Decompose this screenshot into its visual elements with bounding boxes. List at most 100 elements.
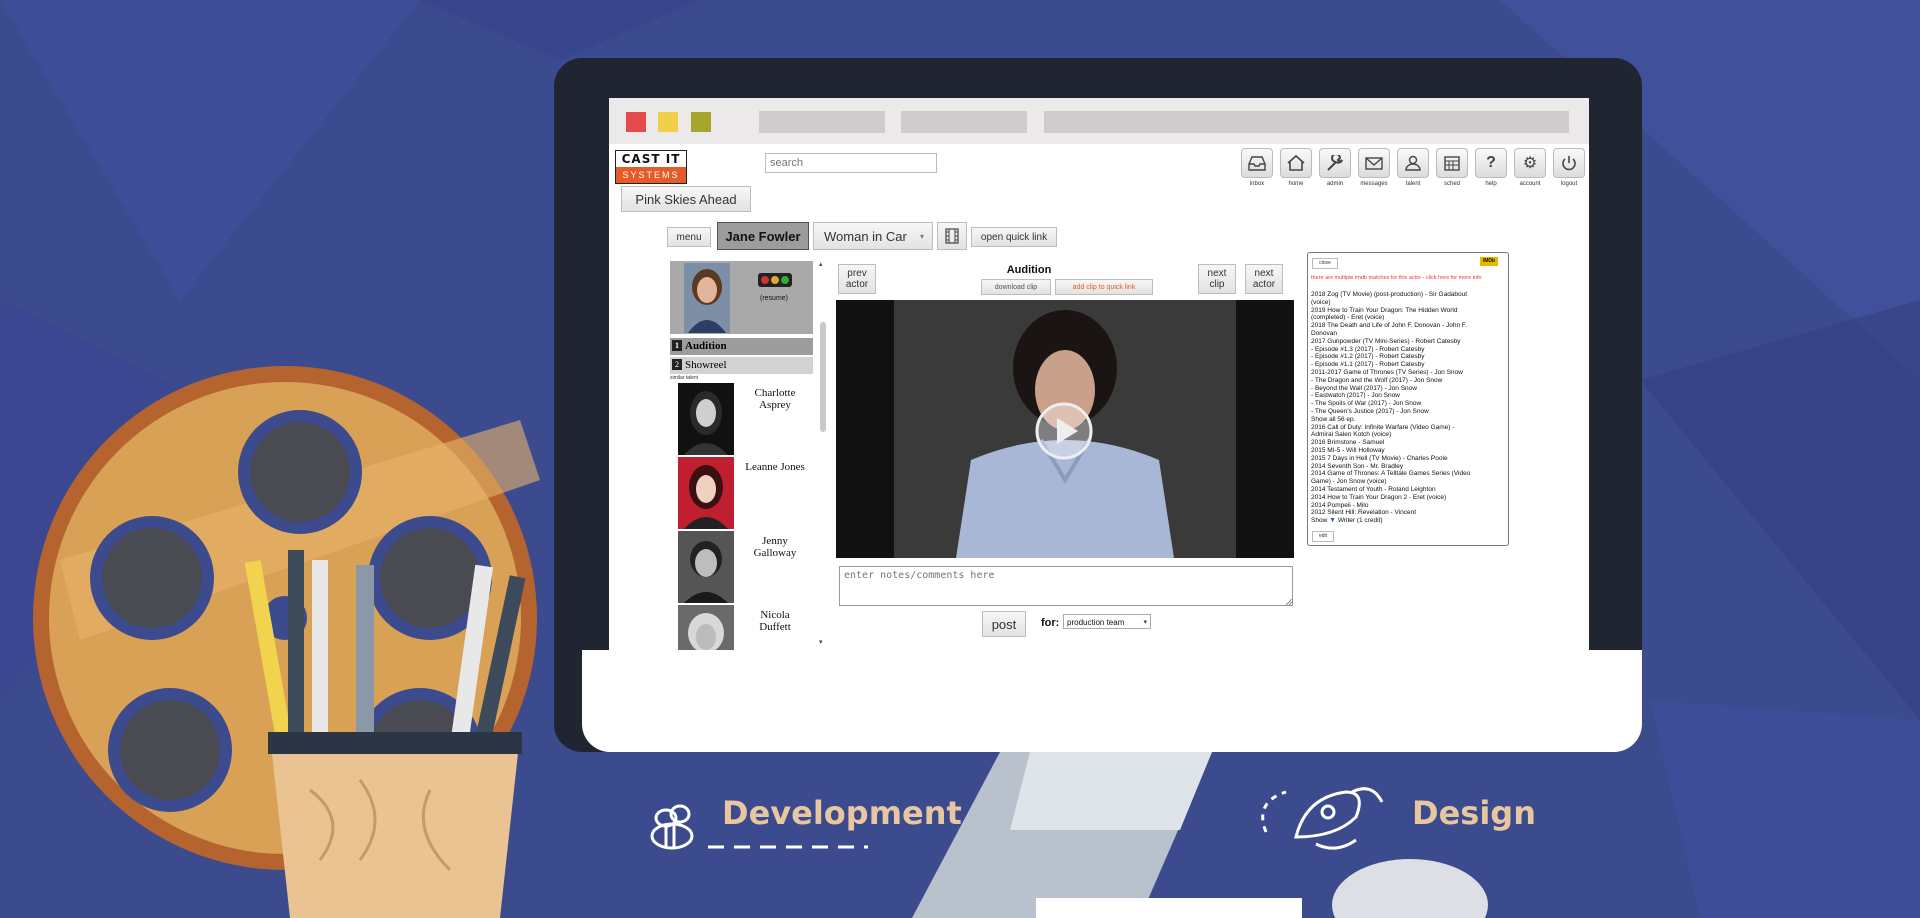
imdb-credit-line[interactable]: - The Dragon and the Wolf (2017) - Jon S…: [1311, 377, 1507, 385]
imdb-credit-line[interactable]: - Episode #1.1 (2017) - Robert Catesby: [1311, 361, 1507, 369]
tab-placeholder[interactable]: [901, 111, 1027, 133]
talent-sidebar: (resume) 1 Audition 2 Showreel similar tal…: [670, 261, 814, 650]
talent-name: Leanne Jones: [745, 461, 805, 473]
account-button[interactable]: ⚙ account: [1514, 148, 1546, 190]
logout-button[interactable]: logout: [1553, 148, 1585, 190]
imdb-credit-line[interactable]: 2019 How to Train Your Dragon: The Hidde…: [1311, 307, 1507, 315]
toolbar-label: messages: [1360, 181, 1388, 187]
toolbar-label: sched: [1443, 181, 1460, 187]
talent-list-item[interactable]: Leanne Jones: [678, 457, 814, 529]
scrollbar-thumb[interactable]: [820, 322, 826, 432]
cast-it-logo[interactable]: CAST IT SYSTEMS: [615, 150, 687, 184]
resume-link[interactable]: (resume): [760, 295, 788, 302]
imdb-credit-line[interactable]: 2014 Pompeii - Milo: [1311, 502, 1507, 510]
app-screen: CAST IT SYSTEMS inbox home admin message…: [609, 98, 1589, 650]
messages-button[interactable]: messages: [1358, 148, 1390, 190]
imdb-credit-line[interactable]: 2016 Brimstone - Samuel: [1311, 439, 1507, 447]
add-clip-to-quick-link-button[interactable]: add clip to quick link: [1055, 279, 1153, 295]
imdb-credit-line[interactable]: - Beyond the Wall (2017) - Jon Snow: [1311, 385, 1507, 393]
imdb-credit-line[interactable]: - Episode #1.2 (2017) - Robert Catesby: [1311, 353, 1507, 361]
sched-button[interactable]: sched: [1436, 148, 1468, 190]
imdb-credit-line[interactable]: 2014 Game of Thrones: A Telltale Games S…: [1311, 470, 1507, 478]
talent-headshot: [678, 383, 734, 455]
talent-button[interactable]: talent: [1397, 148, 1429, 190]
actor-headshot: [684, 263, 730, 333]
talent-name: Nicola Duffett: [759, 609, 791, 633]
search-input[interactable]: [765, 153, 937, 173]
address-bar[interactable]: [1044, 111, 1569, 133]
imdb-credit-list: 2018 Zog (TV Movie) (post-production) - …: [1311, 291, 1507, 517]
role-select[interactable]: Woman in Car ▾: [813, 222, 933, 250]
prev-actor-button[interactable]: prev actor: [838, 264, 876, 294]
help-icon: ?: [1486, 154, 1496, 171]
envelope-icon: [1365, 157, 1383, 170]
scroll-up-icon[interactable]: ▴: [819, 260, 823, 268]
minimize-window-button[interactable]: [658, 112, 678, 132]
imdb-credit-line[interactable]: - Episode #1.3 (2017) - Robert Catesby: [1311, 346, 1507, 354]
close-panel-button[interactable]: close: [1312, 258, 1338, 269]
talent-headshot: [678, 457, 734, 529]
imdb-credit-line[interactable]: Show all 56 ep.: [1311, 416, 1507, 424]
imdb-credit-line[interactable]: 2016 Call of Duty: Infinite Warfare (Vid…: [1311, 424, 1507, 432]
open-quick-link-button[interactable]: open quick link: [971, 227, 1057, 247]
menu-button[interactable]: menu: [667, 227, 711, 247]
maximize-window-button[interactable]: [691, 112, 711, 132]
traffic-light-indicator[interactable]: [758, 273, 792, 287]
imdb-credit-line[interactable]: (completed) - Eret (voice): [1311, 314, 1507, 322]
imdb-credit-line[interactable]: Admiral Salen Kotch (voice): [1311, 431, 1507, 439]
imdb-credit-line[interactable]: 2018 Zog (TV Movie) (post-production) - …: [1311, 291, 1507, 299]
butterfly-icon: [1261, 787, 1384, 850]
download-clip-button[interactable]: download clip: [981, 279, 1051, 295]
imdb-badge[interactable]: IMDb: [1480, 257, 1498, 266]
clip-item-showreel[interactable]: 2 Showreel: [670, 357, 813, 374]
imdb-credit-line[interactable]: - The Queen's Justice (2017) - Jon Snow: [1311, 408, 1507, 416]
imdb-credit-line[interactable]: 2014 Seventh Son - Mr. Bradley: [1311, 463, 1507, 471]
play-icon[interactable]: [1033, 400, 1095, 462]
scroll-down-icon[interactable]: ▾: [819, 638, 823, 646]
imdb-show-row[interactable]: Show ▼ Writer (1 credit): [1311, 517, 1383, 524]
talent-list-item[interactable]: Charlotte Asprey: [678, 383, 814, 455]
edit-button[interactable]: edit: [1312, 531, 1334, 542]
imdb-credit-line[interactable]: - The Spoils of War (2017) - Jon Snow: [1311, 400, 1507, 408]
imdb-credit-line[interactable]: 2012 Silent Hill: Revelation - Vincent: [1311, 509, 1507, 517]
admin-button[interactable]: admin: [1319, 148, 1351, 190]
video-title: Audition: [1006, 264, 1052, 276]
next-actor-button[interactable]: next actor: [1245, 264, 1283, 294]
inbox-button[interactable]: inbox: [1241, 148, 1273, 190]
talent-headshot: [678, 531, 734, 603]
imdb-credit-line[interactable]: Donovan: [1311, 330, 1507, 338]
close-window-button[interactable]: [626, 112, 646, 132]
next-clip-button[interactable]: next clip: [1198, 264, 1236, 294]
current-actor-card[interactable]: (resume): [670, 261, 813, 334]
imdb-credit-line[interactable]: 2014 Testament of Youth - Roland Leighto…: [1311, 486, 1507, 494]
project-button[interactable]: Pink Skies Ahead: [621, 186, 751, 212]
imdb-credit-line[interactable]: Game) - Jon Snow (voice): [1311, 478, 1507, 486]
clip-item-audition[interactable]: 1 Audition: [670, 338, 813, 355]
imdb-credit-line[interactable]: 2011-2017 Game of Thrones (TV Series) - …: [1311, 369, 1507, 377]
monitor-chin: [582, 650, 1642, 752]
design-caption: Design: [1412, 794, 1536, 832]
post-button[interactable]: post: [982, 611, 1026, 637]
talent-name: Jenny Galloway: [753, 535, 797, 559]
similar-talent-label: similar talent: [670, 375, 699, 381]
resize-grip-icon[interactable]: [1285, 598, 1292, 605]
imdb-warning-link[interactable]: there are multiple imdb matches for this…: [1311, 275, 1501, 282]
talent-list-item[interactable]: Nicola Duffett: [678, 605, 814, 650]
imdb-credit-line[interactable]: 2014 How to Train Your Dragon 2 - Eret (…: [1311, 494, 1507, 502]
imdb-credit-line[interactable]: (voice): [1311, 299, 1507, 307]
role-select-value: Woman in Car: [824, 228, 907, 244]
imdb-credit-line[interactable]: 2017 Gunpowder (TV Mini-Series) - Robert…: [1311, 338, 1507, 346]
imdb-credit-line[interactable]: 2018 The Death and Life of John F. Donov…: [1311, 322, 1507, 330]
imdb-credit-line[interactable]: 2015 7 Days in Hell (TV Movie) - Charles…: [1311, 455, 1507, 463]
help-button[interactable]: ? help: [1475, 148, 1507, 190]
tab-placeholder[interactable]: [759, 111, 885, 133]
actor-name-button[interactable]: Jane Fowler: [717, 222, 809, 250]
sidebar-scrollbar[interactable]: ▴ ▾: [819, 260, 827, 650]
post-audience-select[interactable]: production team ▾: [1063, 614, 1151, 629]
home-button[interactable]: home: [1280, 148, 1312, 190]
notes-textarea[interactable]: [839, 566, 1293, 606]
imdb-credit-line[interactable]: - Eastwatch (2017) - Jon Snow: [1311, 392, 1507, 400]
film-button[interactable]: [937, 222, 967, 250]
talent-list-item[interactable]: Jenny Galloway: [678, 531, 814, 603]
imdb-credit-line[interactable]: 2015 MI-5 - Will Holloway: [1311, 447, 1507, 455]
